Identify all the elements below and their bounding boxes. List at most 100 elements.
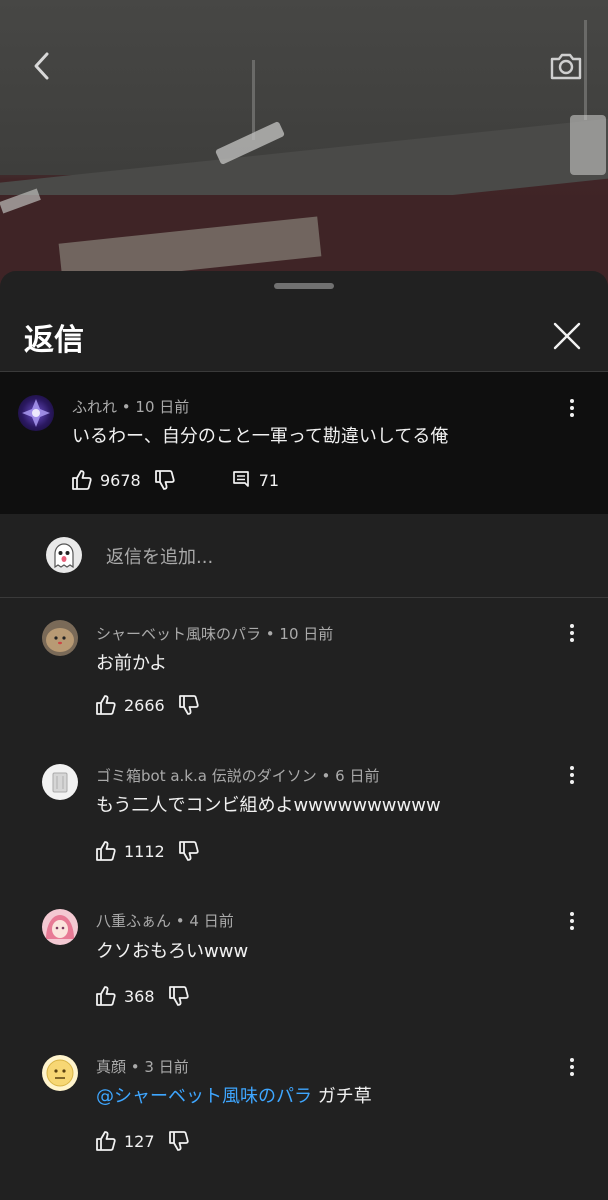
like-button[interactable] <box>70 468 94 492</box>
comment-author[interactable]: 真顔 <box>96 1058 126 1076</box>
more-vert-icon <box>570 766 574 770</box>
my-avatar[interactable] <box>46 537 82 573</box>
camera-button[interactable] <box>546 46 586 86</box>
comment-author[interactable]: ふれれ <box>72 398 117 416</box>
comment-actions: 1112 <box>94 839 201 863</box>
comment-meta: 八重ふぁん • 4 日前 <box>96 910 234 931</box>
comment-meta: 真顔 • 3 日前 <box>96 1056 189 1077</box>
comment-actions: 368 <box>94 984 191 1008</box>
back-button[interactable] <box>24 48 60 84</box>
like-count: 2666 <box>124 695 165 715</box>
dislike-button[interactable] <box>167 1129 191 1153</box>
like-count: 368 <box>124 986 155 1006</box>
avatar[interactable] <box>42 764 78 800</box>
thumb-down-icon <box>154 470 175 490</box>
more-vert-icon <box>570 399 574 403</box>
replies-sheet: 返信 ふれれ • 10 日前 いるわー、自分のこと一軍って勘違いしてる俺 967… <box>0 271 608 1200</box>
comment-actions: 2666 <box>94 693 201 717</box>
comment-text: @シャーベット風味のパラ ガチ草 <box>96 1082 372 1108</box>
neutral-face-avatar-icon <box>46 1059 74 1087</box>
thumb-up-icon <box>96 986 116 1006</box>
comment-body: クソおもろいwww <box>96 941 249 962</box>
reply-count: 71 <box>258 470 280 490</box>
like-button[interactable] <box>94 1129 118 1153</box>
thumb-up-icon <box>72 470 92 490</box>
video-frame-lamp <box>570 115 606 175</box>
like-button[interactable] <box>94 984 118 1008</box>
thumb-up-icon <box>96 1131 116 1151</box>
comment-actions: 127 <box>94 1129 191 1153</box>
comment-body: もう二人でコンビ組めよwwwwwwwwww <box>96 795 441 816</box>
dislike-button[interactable] <box>167 984 191 1008</box>
avatar[interactable] <box>42 620 78 656</box>
thumb-down-icon <box>168 1131 189 1151</box>
comment-actions: 9678 71 <box>70 468 279 492</box>
video-frame-pole <box>252 60 255 140</box>
comment-text: もう二人でコンビ組めよwwwwwwwwww <box>96 791 441 817</box>
meta-separator: • <box>175 912 190 930</box>
reply-button[interactable] <box>229 468 253 492</box>
like-count: 9678 <box>100 470 141 490</box>
more-options-button[interactable] <box>560 619 584 647</box>
comment-meta: ふれれ • 10 日前 <box>72 396 189 417</box>
comment-text: クソおもろいwww <box>96 937 248 963</box>
like-count: 127 <box>124 1131 155 1151</box>
comment-author[interactable]: ゴミ箱bot a.k.a 伝説のダイソン <box>96 767 317 785</box>
comment-mention[interactable]: @シャーベット風味のパラ <box>96 1086 312 1107</box>
comment-time: 6 日前 <box>335 767 380 785</box>
more-options-button[interactable] <box>560 907 584 935</box>
potato-avatar-icon <box>46 628 74 652</box>
drag-handle[interactable] <box>274 283 334 289</box>
camera-icon <box>550 53 582 80</box>
thumb-up-icon <box>96 841 116 861</box>
meta-separator: • <box>265 625 280 643</box>
trash-can-avatar-icon <box>52 772 68 793</box>
comment-body: お前かよ <box>96 653 168 674</box>
comment-body: ガチ草 <box>317 1086 372 1107</box>
meta-separator: • <box>130 1058 145 1076</box>
ghost-avatar-icon <box>54 543 74 569</box>
close-icon <box>553 322 581 350</box>
more-vert-icon <box>570 912 574 916</box>
more-options-button[interactable] <box>560 1053 584 1081</box>
thumb-up-icon <box>96 695 116 715</box>
dislike-button[interactable] <box>177 693 201 717</box>
parent-comment: ふれれ • 10 日前 いるわー、自分のこと一軍って勘違いしてる俺 9678 7… <box>0 372 608 514</box>
close-button[interactable] <box>548 317 586 355</box>
comment-time: 4 日前 <box>189 912 234 930</box>
back-icon <box>34 52 49 80</box>
more-vert-icon <box>570 624 574 628</box>
thumb-down-icon <box>168 986 189 1006</box>
comment-text: いるわー、自分のこと一軍って勘違いしてる俺 <box>72 426 449 447</box>
meta-separator: • <box>121 398 136 416</box>
like-button[interactable] <box>94 839 118 863</box>
sheet-title: 返信 <box>24 323 84 358</box>
comment-meta: シャーベット風味のパラ • 10 日前 <box>96 623 333 644</box>
dislike-button[interactable] <box>177 839 201 863</box>
comment-time: 10 日前 <box>135 398 190 416</box>
like-count: 1112 <box>124 841 165 861</box>
avatar[interactable] <box>42 909 78 945</box>
comment-time: 3 日前 <box>144 1058 189 1076</box>
thumb-down-icon <box>178 841 199 861</box>
like-button[interactable] <box>94 693 118 717</box>
comment-text: お前かよ <box>96 649 167 675</box>
avatar-emblem-icon <box>22 399 50 427</box>
avatar[interactable] <box>18 395 54 431</box>
comment-meta: ゴミ箱bot a.k.a 伝説のダイソン • 6 日前 <box>96 765 379 786</box>
comment-time: 10 日前 <box>279 625 334 643</box>
anime-avatar-icon <box>46 915 74 939</box>
add-reply-input[interactable]: 返信を追加... <box>106 543 213 569</box>
comment-author[interactable]: シャーベット風味のパラ <box>96 625 261 643</box>
comment-icon <box>232 471 249 487</box>
more-options-button[interactable] <box>560 394 584 422</box>
video-player[interactable] <box>0 0 608 290</box>
meta-separator: • <box>321 767 336 785</box>
comment-author[interactable]: 八重ふぁん <box>96 912 171 930</box>
avatar[interactable] <box>42 1055 78 1091</box>
more-vert-icon <box>570 1058 574 1062</box>
divider <box>0 597 608 598</box>
thumb-down-icon <box>178 695 199 715</box>
dislike-button[interactable] <box>153 468 177 492</box>
more-options-button[interactable] <box>560 761 584 789</box>
